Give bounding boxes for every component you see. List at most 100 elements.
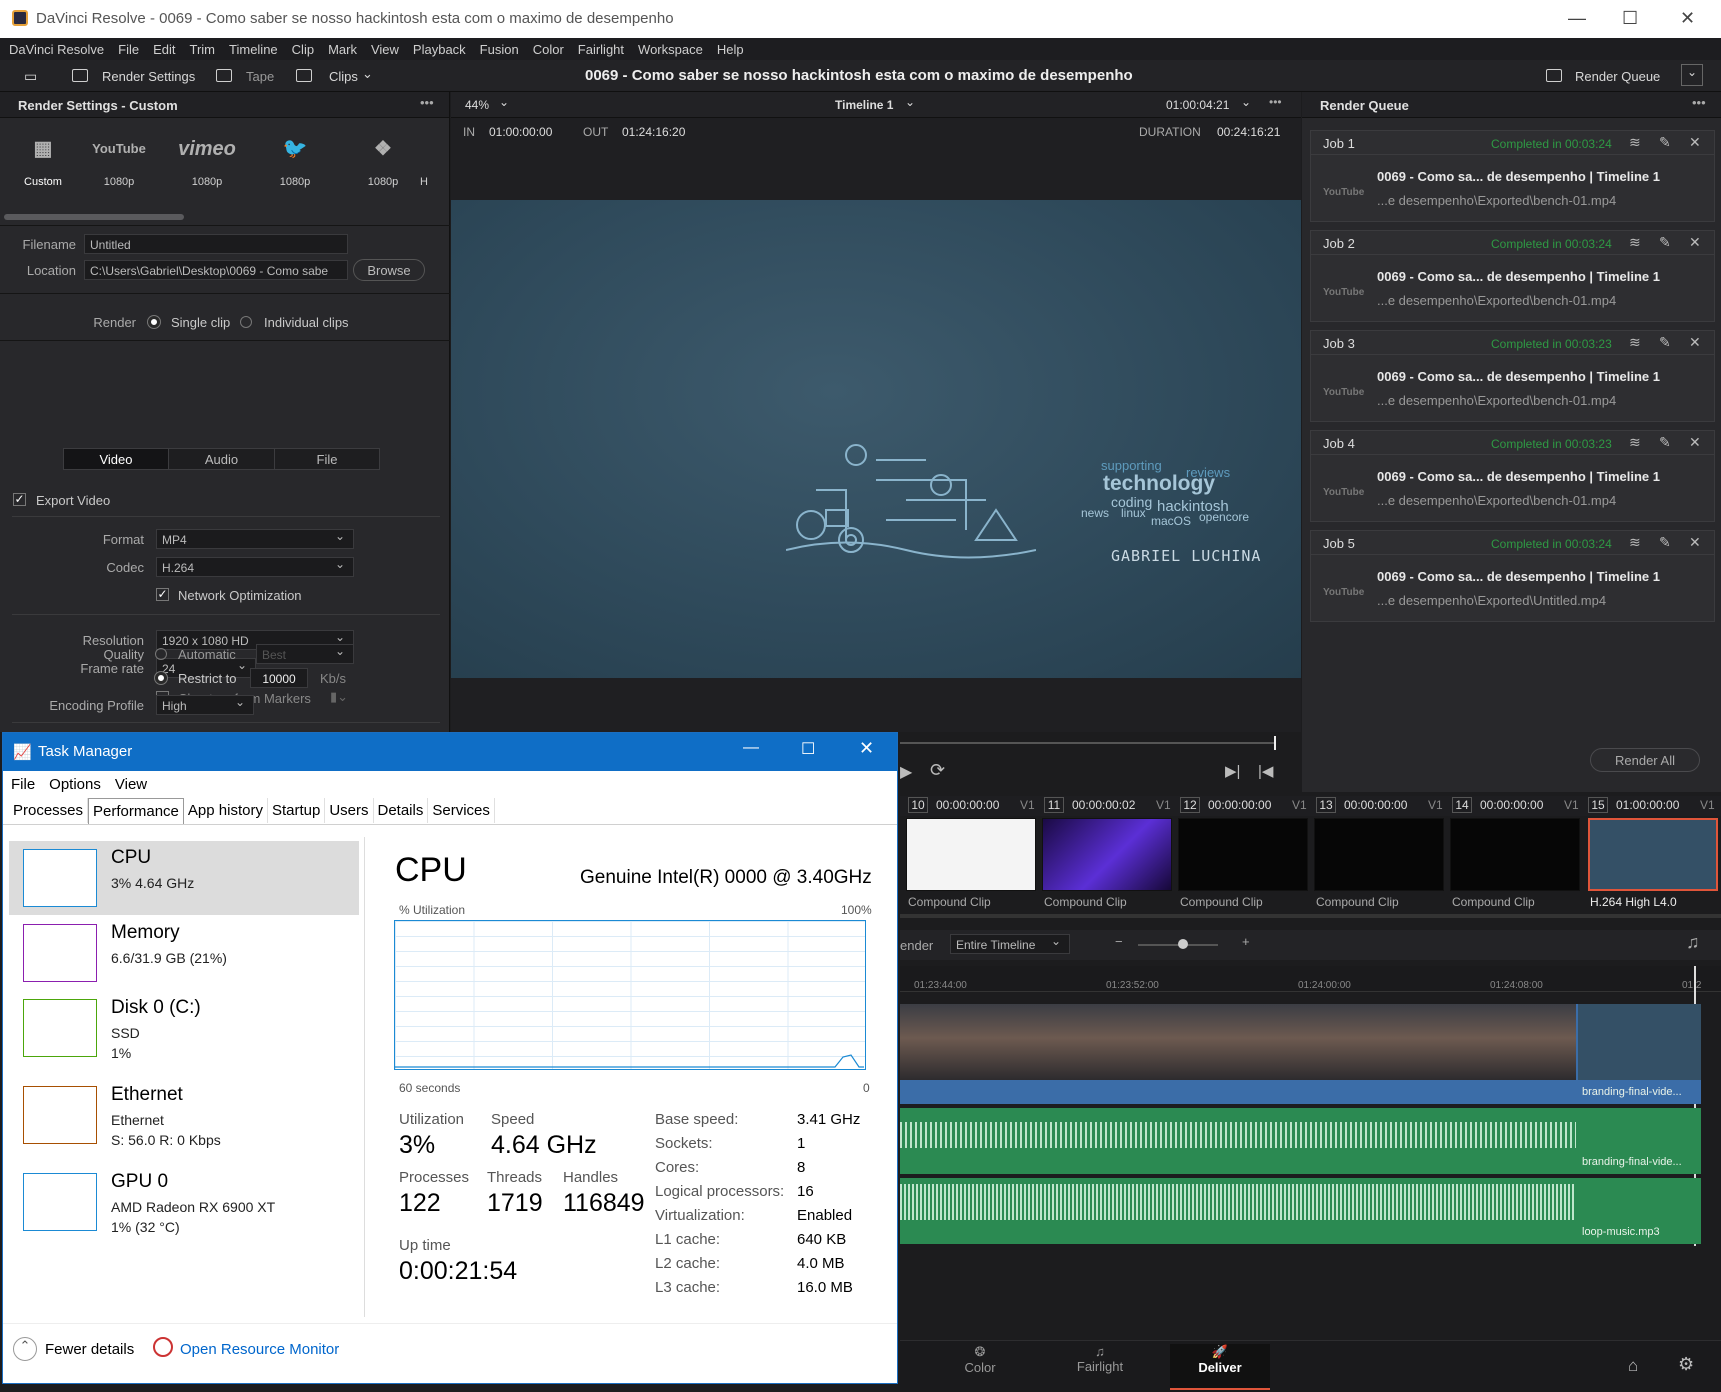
queue-job[interactable]: Job 3 Completed in 00:03:23 ≋ ✎ ✕ YouTube 00… [1310,330,1715,422]
tape-toggle[interactable]: Tape [246,69,274,84]
individual-clips-radio[interactable] [240,316,252,328]
perf-item-gpu[interactable]: GPU 0 AMD Radeon RX 6900 XT 1% (32 °C) [9,1165,359,1239]
video-track[interactable]: branding-final-vide... [900,1004,1701,1104]
scrub-bar[interactable] [900,742,1276,744]
preset-twitter[interactable]: 🐦 1080p [260,132,330,188]
render-queue-toggle[interactable]: Render Queue [1575,69,1660,84]
close-icon[interactable]: ✕ [1689,234,1701,251]
tm-menu-view[interactable]: View [115,776,147,793]
minimize-icon[interactable]: — [1568,8,1586,29]
menu-playback[interactable]: Playback [413,42,466,57]
render-range-select[interactable]: Entire Timeline [950,934,1070,954]
playhead[interactable] [1274,736,1276,750]
zoom-out-icon[interactable]: − [1115,934,1123,949]
menu-workspace[interactable]: Workspace [638,42,703,57]
menu-timeline[interactable]: Timeline [229,42,278,57]
zoom-select[interactable]: 44% [465,98,489,112]
export-video-checkbox[interactable]: ✓ [13,493,26,506]
preset-dropbox[interactable]: ❖ 1080p [348,132,418,188]
network-optimization-checkbox[interactable]: ✓ [156,588,169,601]
chevron-down-icon[interactable]: ⌄ [1241,95,1251,109]
tab-app-history[interactable]: App history [184,798,268,823]
open-resource-monitor-link[interactable]: Open Resource Monitor [180,1341,339,1358]
queue-options-icon[interactable]: ••• [1692,95,1706,110]
codec-select[interactable]: H.264 [156,557,354,577]
quality-best-select[interactable]: Best [256,644,354,664]
location-input[interactable]: C:\Users\Gabriel\Desktop\0069 - Como sab… [84,260,348,280]
preset-youtube[interactable]: YouTube 1080p [84,132,154,188]
preset-custom[interactable]: ▦ Custom [8,132,78,188]
edit-icon[interactable]: ✎ [1659,234,1671,251]
tab-audio[interactable]: Audio [168,448,275,470]
timeline-ruler[interactable]: 01:23:44:00 01:23:52:00 01:24:00:00 01:2… [900,966,1721,992]
close-icon[interactable]: ✕ [1689,334,1701,351]
close-icon[interactable]: ✕ [1680,8,1695,29]
zoom-slider-knob[interactable] [1178,939,1188,949]
clip-thumb-13[interactable] [1314,818,1444,891]
clip-thumb-14[interactable] [1450,818,1580,891]
single-clip-radio[interactable] [148,316,160,328]
format-select[interactable]: MP4 [156,529,354,549]
fewer-details-button[interactable]: Fewer details [45,1341,134,1358]
close-icon[interactable]: ✕ [1689,434,1701,451]
perf-item-memory[interactable]: Memory 6.6/31.9 GB (21%) [9,916,359,990]
perf-item-disk[interactable]: Disk 0 (C:) SSD 1% [9,991,359,1065]
close-icon[interactable]: ✕ [859,738,874,759]
timeline-select[interactable]: Timeline 1 [835,98,893,112]
chevron-down-icon[interactable]: ⌄ [362,66,373,82]
tab-performance[interactable]: Performance [88,797,184,824]
clip-thumb-11[interactable] [1042,818,1172,891]
menu-fusion[interactable]: Fusion [480,42,519,57]
preset-scrollbar[interactable] [4,214,184,220]
loop-icon[interactable]: ⟳ [930,760,945,781]
edit-icon[interactable]: ✎ [1659,434,1671,451]
clips-scrollbar[interactable] [900,914,1721,918]
page-deliver[interactable]: 🚀 Deliver [1170,1344,1270,1390]
menu-help[interactable]: Help [717,42,744,57]
page-color[interactable]: ❂ Color [930,1344,1030,1375]
home-icon[interactable]: ⌂ [1628,1356,1638,1376]
tab-processes[interactable]: Processes [9,798,89,823]
close-icon[interactable]: ✕ [1689,534,1701,551]
queue-job[interactable]: Job 4 Completed in 00:03:23 ≋ ✎ ✕ YouTube 00… [1310,430,1715,522]
next-frame-icon[interactable]: ▶| [1225,762,1240,780]
encoding-profile-select[interactable]: High [156,695,254,715]
queue-job[interactable]: Job 2 Completed in 00:03:24 ≋ ✎ ✕ YouTube 00… [1310,230,1715,322]
menu-fairlight[interactable]: Fairlight [578,42,624,57]
tab-services[interactable]: Services [428,798,495,823]
preset-vimeo[interactable]: vimeo 1080p [172,132,242,188]
preset-h[interactable]: H [420,132,440,188]
queue-job[interactable]: Job 1 Completed in 00:03:24 ≋ ✎ ✕ YouTube 00… [1310,130,1715,222]
queue-job[interactable]: Job 5 Completed in 00:03:24 ≋ ✎ ✕ YouTube 00… [1310,530,1715,622]
bitrate-input[interactable]: 10000 [250,668,308,688]
menu-color[interactable]: Color [533,42,564,57]
perf-item-ethernet[interactable]: Ethernet Ethernet S: 56.0 R: 0 Kbps [9,1078,359,1152]
menu-view[interactable]: View [371,42,399,57]
panel-options-icon[interactable]: ••• [420,95,434,110]
close-icon[interactable]: ✕ [1689,134,1701,151]
expand-icon[interactable]: ⌄ [1681,64,1703,86]
audio-track-1[interactable]: branding-final-vide... [900,1108,1701,1174]
tab-details[interactable]: Details [374,798,429,823]
menu-davinci[interactable]: DaVinci Resolve [9,42,104,57]
browse-button[interactable]: Browse [353,259,425,281]
menu-edit[interactable]: Edit [153,42,175,57]
edit-icon[interactable]: ✎ [1659,334,1671,351]
tab-users[interactable]: Users [325,798,374,823]
render-all-button[interactable]: Render All [1590,748,1700,772]
clip-thumb-12[interactable] [1178,818,1308,891]
monitor-icon[interactable]: ▭ [24,68,37,85]
menu-trim[interactable]: Trim [190,42,216,57]
menu-clip[interactable]: Clip [292,42,314,57]
filename-input[interactable]: Untitled [84,234,348,254]
clip-thumb-15[interactable] [1588,818,1718,891]
music-note-icon[interactable]: ♫ [1686,932,1700,953]
chevron-down-icon[interactable]: ⌄ [905,95,915,109]
edit-icon[interactable]: ✎ [1659,534,1671,551]
maximize-icon[interactable]: ☐ [801,739,815,759]
tm-menu-file[interactable]: File [11,776,35,793]
edit-icon[interactable]: ✎ [1659,134,1671,151]
minimize-icon[interactable]: — [743,739,759,757]
maximize-icon[interactable]: ☐ [1622,8,1638,29]
tab-startup[interactable]: Startup [268,798,326,823]
